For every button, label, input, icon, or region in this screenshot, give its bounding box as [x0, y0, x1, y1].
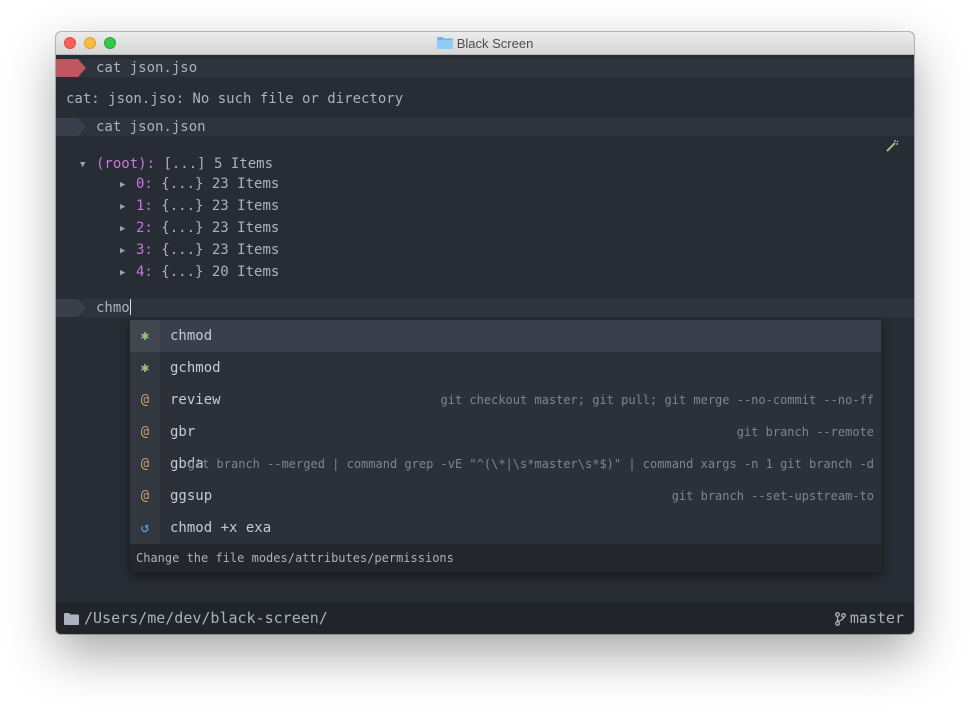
tree-item-summary: {...} 20 Items	[161, 264, 280, 280]
json-tree-item[interactable]: ▶ 2: {...} 23 Items	[120, 219, 279, 238]
prompt-line-2: cat json.json	[56, 118, 914, 136]
folder-icon	[436, 37, 453, 49]
alias-icon: @	[130, 384, 160, 416]
autocomplete-label: ggsup	[170, 488, 213, 504]
collapsed-triangle-icon: ▶	[120, 268, 126, 278]
terminal-window: Black Screen cat json.jso cat: json.jso:…	[56, 32, 914, 634]
autocomplete-popup: ✱ chmod ✱ gchmod @ review git checkout m…	[130, 320, 881, 572]
collapsed-triangle-icon: ▶	[120, 246, 126, 256]
git-branch-name: master	[849, 609, 904, 627]
tree-item-key: 2:	[136, 220, 153, 236]
expanded-triangle-icon: ▼	[80, 160, 86, 170]
autocomplete-item[interactable]: ↺ chmod +x exa	[130, 512, 881, 544]
tree-item-summary: {...} 23 Items	[161, 220, 280, 236]
json-tree-item[interactable]: ▶ 4: {...} 20 Items	[120, 263, 279, 282]
tree-item-key: 1:	[136, 198, 153, 214]
autocomplete-label: chmod	[170, 328, 213, 344]
json-tree-item[interactable]: ▶ 3: {...} 23 Items	[120, 241, 279, 260]
title-bar: Black Screen	[56, 32, 914, 55]
json-tree-root[interactable]: ▼ (root): [...] 5 Items	[80, 155, 273, 174]
history-icon: ↺	[130, 512, 160, 544]
executable-icon: ✱	[130, 320, 160, 352]
alias-icon: @	[130, 416, 160, 448]
text-cursor	[129, 299, 131, 315]
magic-wand-icon[interactable]	[885, 139, 899, 153]
collapsed-triangle-icon: ▶	[120, 224, 126, 234]
prompt-status-ok-icon	[56, 299, 86, 317]
autocomplete-item[interactable]: @ gbr git branch --remote	[130, 416, 881, 448]
autocomplete-item[interactable]: @ gbda git branch --merged | command gre…	[130, 448, 881, 480]
command-input-text: chmo	[96, 300, 130, 316]
prompt-status-ok-icon	[56, 118, 86, 136]
tree-item-summary: {...} 23 Items	[161, 198, 280, 214]
autocomplete-item[interactable]: ✱ gchmod	[130, 352, 881, 384]
autocomplete-help-text: Change the file modes/attributes/permiss…	[130, 544, 881, 572]
git-branch[interactable]: master	[834, 603, 904, 634]
prompt-command: cat json.json	[96, 119, 206, 135]
current-directory-path: /Users/me/dev/black-screen/	[84, 609, 328, 627]
command-input[interactable]: chmo	[96, 299, 131, 317]
status-bar: /Users/me/dev/black-screen/ master	[56, 603, 914, 634]
tree-item-key: 3:	[136, 242, 153, 258]
autocomplete-description: git branch --set-upstream-to	[671, 489, 874, 503]
json-tree-item[interactable]: ▶ 0: {...} 23 Items	[120, 175, 279, 194]
autocomplete-description: git branch --remote	[736, 425, 874, 439]
tree-root-summary: [...] 5 Items	[163, 156, 274, 172]
executable-icon: ✱	[130, 352, 160, 384]
tree-item-key: 4:	[136, 264, 153, 280]
autocomplete-label: gchmod	[170, 360, 221, 376]
prompt-line-1: cat json.jso	[56, 59, 914, 77]
prompt-status-error-icon	[56, 59, 86, 77]
autocomplete-item[interactable]: @ review git checkout master; git pull; …	[130, 384, 881, 416]
tree-root-key: (root):	[96, 156, 156, 172]
autocomplete-description: git checkout master; git pull; git merge…	[440, 393, 874, 407]
autocomplete-label: gbr	[170, 424, 196, 440]
folder-icon	[64, 612, 79, 625]
current-directory[interactable]: /Users/me/dev/black-screen/	[64, 603, 328, 634]
alias-icon: @	[130, 480, 160, 512]
window-title: Black Screen	[56, 32, 914, 54]
autocomplete-label: review	[170, 392, 221, 408]
collapsed-triangle-icon: ▶	[120, 180, 126, 190]
prompt-line-current: chmo	[56, 299, 914, 317]
error-output: cat: json.jso: No such file or directory	[66, 91, 404, 107]
tree-item-summary: {...} 23 Items	[161, 242, 280, 258]
autocomplete-item[interactable]: ✱ chmod	[130, 320, 881, 352]
alias-icon: @	[130, 448, 160, 480]
tree-item-summary: {...} 23 Items	[161, 176, 280, 192]
window-title-text: Black Screen	[456, 35, 534, 51]
tree-item-key: 0:	[136, 176, 153, 192]
prompt-command: cat json.jso	[96, 60, 198, 76]
autocomplete-item[interactable]: @ ggsup git branch --set-upstream-to	[130, 480, 881, 512]
autocomplete-label: chmod +x exa	[170, 520, 272, 536]
git-branch-icon	[834, 611, 846, 626]
autocomplete-description: git branch --merged | command grep -vE "…	[187, 457, 874, 471]
json-tree-item[interactable]: ▶ 1: {...} 23 Items	[120, 197, 279, 216]
collapsed-triangle-icon: ▶	[120, 202, 126, 212]
